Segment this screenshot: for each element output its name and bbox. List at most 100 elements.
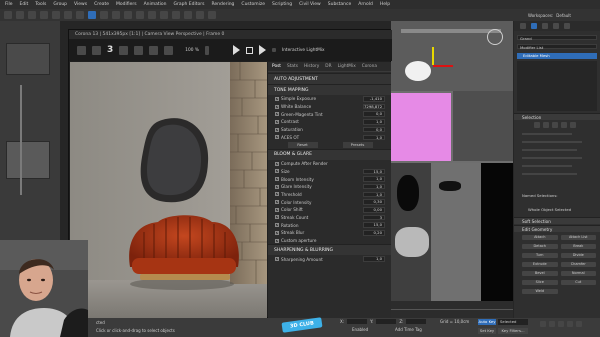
copy-icon[interactable] — [92, 45, 101, 55]
presets-button[interactable]: Presets — [342, 142, 373, 148]
modify-tab-icon[interactable] — [531, 23, 537, 29]
enabled-label[interactable]: Enabled — [352, 327, 368, 332]
checkbox[interactable]: ✓ — [275, 192, 279, 197]
section-header[interactable]: BLOOM & GLARE — [268, 148, 391, 160]
select-icon[interactable] — [64, 11, 72, 19]
section-header[interactable]: AUTO ADJUSTMENT — [268, 73, 391, 84]
tab-corona[interactable]: Corona — [362, 64, 377, 69]
checkbox[interactable]: ✓ — [275, 238, 279, 243]
menu-item-tools[interactable]: Tools — [35, 2, 46, 7]
vfb-title-bar[interactable]: Corona 13 | 541x395px [1:1] | Camera Vie… — [69, 30, 392, 39]
workspace-value[interactable]: Default — [556, 13, 571, 18]
render-setup-icon[interactable] — [184, 11, 192, 19]
edit-geometry-chamfer-button[interactable]: Chamfer — [560, 262, 596, 267]
menu-item-group[interactable]: Group — [53, 2, 67, 7]
edge-icon[interactable] — [543, 122, 549, 128]
checkbox[interactable]: ✓ — [275, 230, 279, 235]
channels-icon[interactable] — [164, 45, 174, 55]
scale-icon[interactable] — [112, 11, 120, 19]
menu-item-views[interactable]: Views — [74, 2, 87, 7]
edit-geometry-cut-button[interactable]: Cut — [560, 280, 596, 285]
setting-value[interactable]: 7298,872 — [363, 103, 385, 110]
modifier-list-dropdown[interactable]: Modifier List — [517, 44, 597, 50]
render-frame-icon[interactable] — [208, 11, 216, 19]
tab-stats[interactable]: Stats — [287, 64, 298, 69]
checkbox[interactable]: ✓ — [275, 127, 279, 132]
setting-value[interactable]: 0,20 — [363, 230, 385, 236]
vertex-icon[interactable] — [534, 122, 540, 128]
object-name-field[interactable]: Grand — [517, 35, 597, 41]
set-key-button[interactable]: Set Key — [478, 328, 496, 334]
add-time-tag[interactable]: Add Time Tag — [395, 327, 422, 332]
number-3-icon[interactable]: 3 — [107, 45, 113, 55]
x-field[interactable] — [347, 319, 368, 324]
z-field[interactable] — [406, 319, 427, 324]
menu-item-rendering[interactable]: Rendering — [211, 2, 234, 7]
redo-icon[interactable] — [16, 11, 24, 19]
checkbox[interactable]: ✓ — [275, 215, 279, 220]
viewcube-icon[interactable] — [487, 29, 503, 45]
render-icon[interactable] — [196, 11, 204, 19]
edit-geometry-rollout[interactable]: Edit Geometry — [514, 225, 600, 232]
section-header[interactable]: TONE MAPPING — [268, 84, 391, 95]
checkbox[interactable]: ✓ — [275, 119, 279, 124]
viewport-right[interactable] — [391, 21, 513, 301]
selected-dropdown[interactable]: Selected — [498, 319, 528, 325]
edit-geometry-normal-button[interactable]: Normal — [560, 271, 596, 276]
menu-item-customize[interactable]: Customize — [241, 2, 265, 7]
face-icon[interactable] — [552, 122, 558, 128]
menu-item-civil-view[interactable]: Civil View — [299, 2, 321, 7]
layers-icon[interactable] — [134, 45, 144, 55]
element-icon[interactable] — [570, 122, 576, 128]
zoom-value[interactable]: 100 % — [185, 48, 199, 53]
link-icon[interactable] — [28, 11, 36, 19]
menu-item-animation[interactable]: Animation — [144, 2, 167, 7]
undo-icon[interactable] — [4, 11, 12, 19]
menu-item-help[interactable]: Help — [380, 2, 390, 7]
stop-icon[interactable] — [245, 46, 253, 54]
reset-button[interactable]: Reset — [287, 142, 318, 148]
interactive-dropdown-icon[interactable] — [271, 48, 276, 52]
bind-icon[interactable] — [52, 11, 60, 19]
render-image[interactable] — [70, 62, 267, 318]
crop-icon[interactable] — [149, 45, 159, 55]
checkbox[interactable]: ✓ — [275, 207, 279, 212]
tab-dr[interactable]: DR — [325, 64, 331, 69]
polygon-icon[interactable] — [561, 122, 567, 128]
edit-geometry-extrude-button[interactable]: Extrude — [522, 262, 558, 267]
setting-value[interactable]: 1,0 — [363, 119, 385, 125]
tab-lightmix[interactable]: LightMix — [338, 64, 356, 69]
menu-item-arnold[interactable]: Arnold — [358, 2, 373, 7]
menu-item-file[interactable]: File — [5, 2, 13, 7]
setting-value[interactable]: 0,0 — [363, 126, 385, 133]
setting-value[interactable]: 0,0 — [363, 111, 385, 117]
go-end-icon[interactable] — [576, 321, 582, 327]
setting-value[interactable]: -1,410 — [363, 96, 385, 102]
menu-item-create[interactable]: Create — [94, 2, 109, 7]
checkbox[interactable]: ✓ — [275, 200, 279, 205]
unlink-icon[interactable] — [40, 11, 48, 19]
setting-value[interactable]: 3 — [363, 214, 385, 221]
workspace-selector[interactable]: Workspaces: Default — [528, 9, 571, 21]
edit-geometry-turn-button[interactable]: Turn — [522, 253, 558, 258]
setting-value[interactable]: 0,00 — [363, 207, 385, 213]
setting-value[interactable]: 1,0 — [363, 176, 385, 182]
play-icon[interactable] — [232, 45, 240, 55]
edit-geometry-divide-button[interactable]: Divide — [560, 253, 596, 258]
tab-post[interactable]: Post — [272, 64, 281, 69]
layer-icon[interactable] — [172, 11, 180, 19]
menu-item-scripting[interactable]: Scripting — [272, 2, 292, 7]
setting-value[interactable]: 1,0 — [363, 191, 385, 198]
checkbox[interactable]: ✓ — [275, 112, 279, 117]
setting-value[interactable]: 1,0 — [363, 256, 385, 262]
setting-value[interactable]: 1,0 — [363, 134, 385, 141]
align-icon[interactable] — [160, 11, 168, 19]
checkbox[interactable]: ✓ — [275, 161, 279, 166]
hierarchy-tab-icon[interactable] — [542, 23, 548, 29]
tab-history[interactable]: History — [304, 64, 319, 69]
section-header[interactable]: SHARPENING & BLURRING — [268, 244, 391, 256]
checkbox[interactable]: ✓ — [275, 135, 279, 140]
checkbox[interactable]: ✓ — [275, 104, 279, 109]
checkbox[interactable]: ✓ — [275, 184, 279, 189]
edit-geometry-weld-button[interactable]: Weld — [522, 289, 558, 294]
